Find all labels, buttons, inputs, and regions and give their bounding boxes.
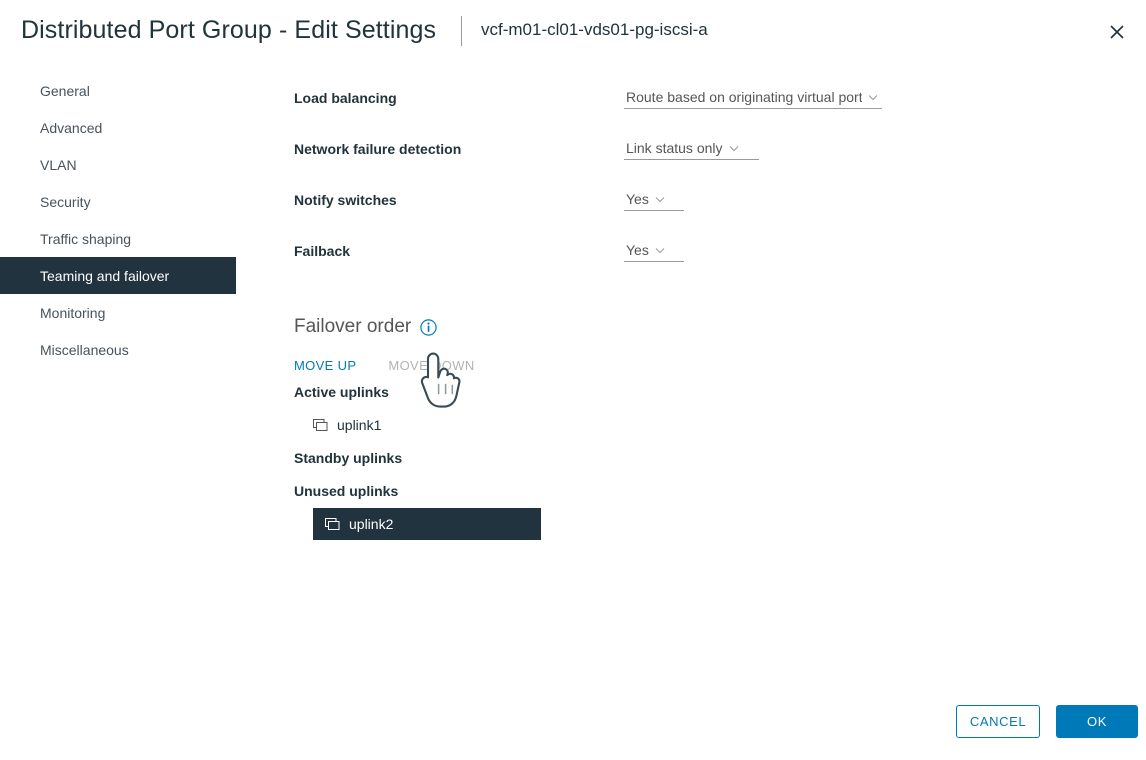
failover-move-toolbar: MOVE UP MOVE DOWN <box>294 356 934 374</box>
title-divider <box>461 16 462 46</box>
load-balancing-label: Load balancing <box>294 90 397 106</box>
load-balancing-value: Route based on originating virtual port <box>626 89 862 105</box>
chevron-down-icon <box>655 196 665 203</box>
failover-order-section: Failover order MOVE UP MOVE DOWN Active … <box>294 314 934 540</box>
form-row-notify-switches: Notify switches Yes <box>294 186 934 237</box>
form-row-failback: Failback Yes <box>294 237 934 288</box>
uplink-list-item[interactable]: uplink2 <box>313 508 541 540</box>
failback-value: Yes <box>626 242 649 258</box>
uplink-group-active: Active uplinks uplink1 <box>294 376 934 441</box>
sidebar-item-vlan[interactable]: VLAN <box>0 146 236 183</box>
chevron-down-icon <box>729 145 739 152</box>
sidebar-item-label: Security <box>40 194 91 210</box>
sidebar-item-label: Advanced <box>40 120 102 136</box>
sidebar-item-traffic-shaping[interactable]: Traffic shaping <box>0 220 236 257</box>
uplink-group-standby: Standby uplinks <box>294 442 934 475</box>
notify-switches-select[interactable]: Yes <box>624 189 684 211</box>
settings-sidebar: General Advanced VLAN Security Traffic s… <box>0 72 260 368</box>
sidebar-item-label: Monitoring <box>40 305 105 321</box>
failback-label: Failback <box>294 243 350 259</box>
active-uplinks-label: Active uplinks <box>294 376 934 409</box>
ok-button[interactable]: OK <box>1056 705 1138 738</box>
form-row-network-failure-detection: Network failure detection Link status on… <box>294 135 934 186</box>
uplink-list-item[interactable]: uplink1 <box>294 409 522 441</box>
standby-uplinks-label: Standby uplinks <box>294 442 934 475</box>
notify-switches-label: Notify switches <box>294 192 397 208</box>
unused-uplinks-label: Unused uplinks <box>294 475 934 508</box>
load-balancing-select[interactable]: Route based on originating virtual port <box>624 87 882 109</box>
sidebar-item-advanced[interactable]: Advanced <box>0 109 236 146</box>
sidebar-item-miscellaneous[interactable]: Miscellaneous <box>0 331 236 368</box>
sidebar-item-label: Traffic shaping <box>40 231 131 247</box>
object-name: vcf-m01-cl01-vds01-pg-iscsi-a <box>481 20 708 40</box>
chevron-down-icon <box>868 94 878 101</box>
close-icon <box>1109 24 1125 40</box>
dialog-header: Distributed Port Group - Edit Settings v… <box>0 0 1146 62</box>
notify-switches-value: Yes <box>626 191 649 207</box>
info-icon[interactable] <box>420 319 437 336</box>
failback-select[interactable]: Yes <box>624 240 684 262</box>
teaming-failover-form: Load balancing Route based on originatin… <box>294 84 934 288</box>
close-button[interactable] <box>1102 17 1132 47</box>
sidebar-item-label: General <box>40 83 90 99</box>
failover-order-heading: Failover order <box>294 314 934 340</box>
network-failure-detection-label: Network failure detection <box>294 141 461 157</box>
sidebar-item-label: Teaming and failover <box>40 268 169 284</box>
failover-order-title: Failover order <box>294 316 411 338</box>
network-failure-detection-value: Link status only <box>626 140 723 156</box>
sidebar-item-general[interactable]: General <box>0 72 236 109</box>
move-down-button: MOVE DOWN <box>388 358 474 373</box>
uplink-icon <box>325 518 340 531</box>
uplink-name: uplink1 <box>337 417 381 433</box>
form-row-load-balancing: Load balancing Route based on originatin… <box>294 84 934 135</box>
uplink-icon <box>313 419 328 432</box>
chevron-down-icon <box>655 247 665 254</box>
uplink-group-unused: Unused uplinks uplink2 <box>294 475 934 540</box>
dialog-footer: CANCEL OK <box>0 680 1146 760</box>
page-title: Distributed Port Group - Edit Settings <box>21 16 436 45</box>
sidebar-item-label: Miscellaneous <box>40 342 129 358</box>
sidebar-item-security[interactable]: Security <box>0 183 236 220</box>
uplink-name: uplink2 <box>349 516 393 532</box>
move-up-button[interactable]: MOVE UP <box>294 358 356 373</box>
cancel-button[interactable]: CANCEL <box>956 705 1040 738</box>
network-failure-detection-select[interactable]: Link status only <box>624 138 759 160</box>
sidebar-item-monitoring[interactable]: Monitoring <box>0 294 236 331</box>
sidebar-item-label: VLAN <box>40 157 77 173</box>
sidebar-item-teaming-and-failover[interactable]: Teaming and failover <box>0 257 236 294</box>
